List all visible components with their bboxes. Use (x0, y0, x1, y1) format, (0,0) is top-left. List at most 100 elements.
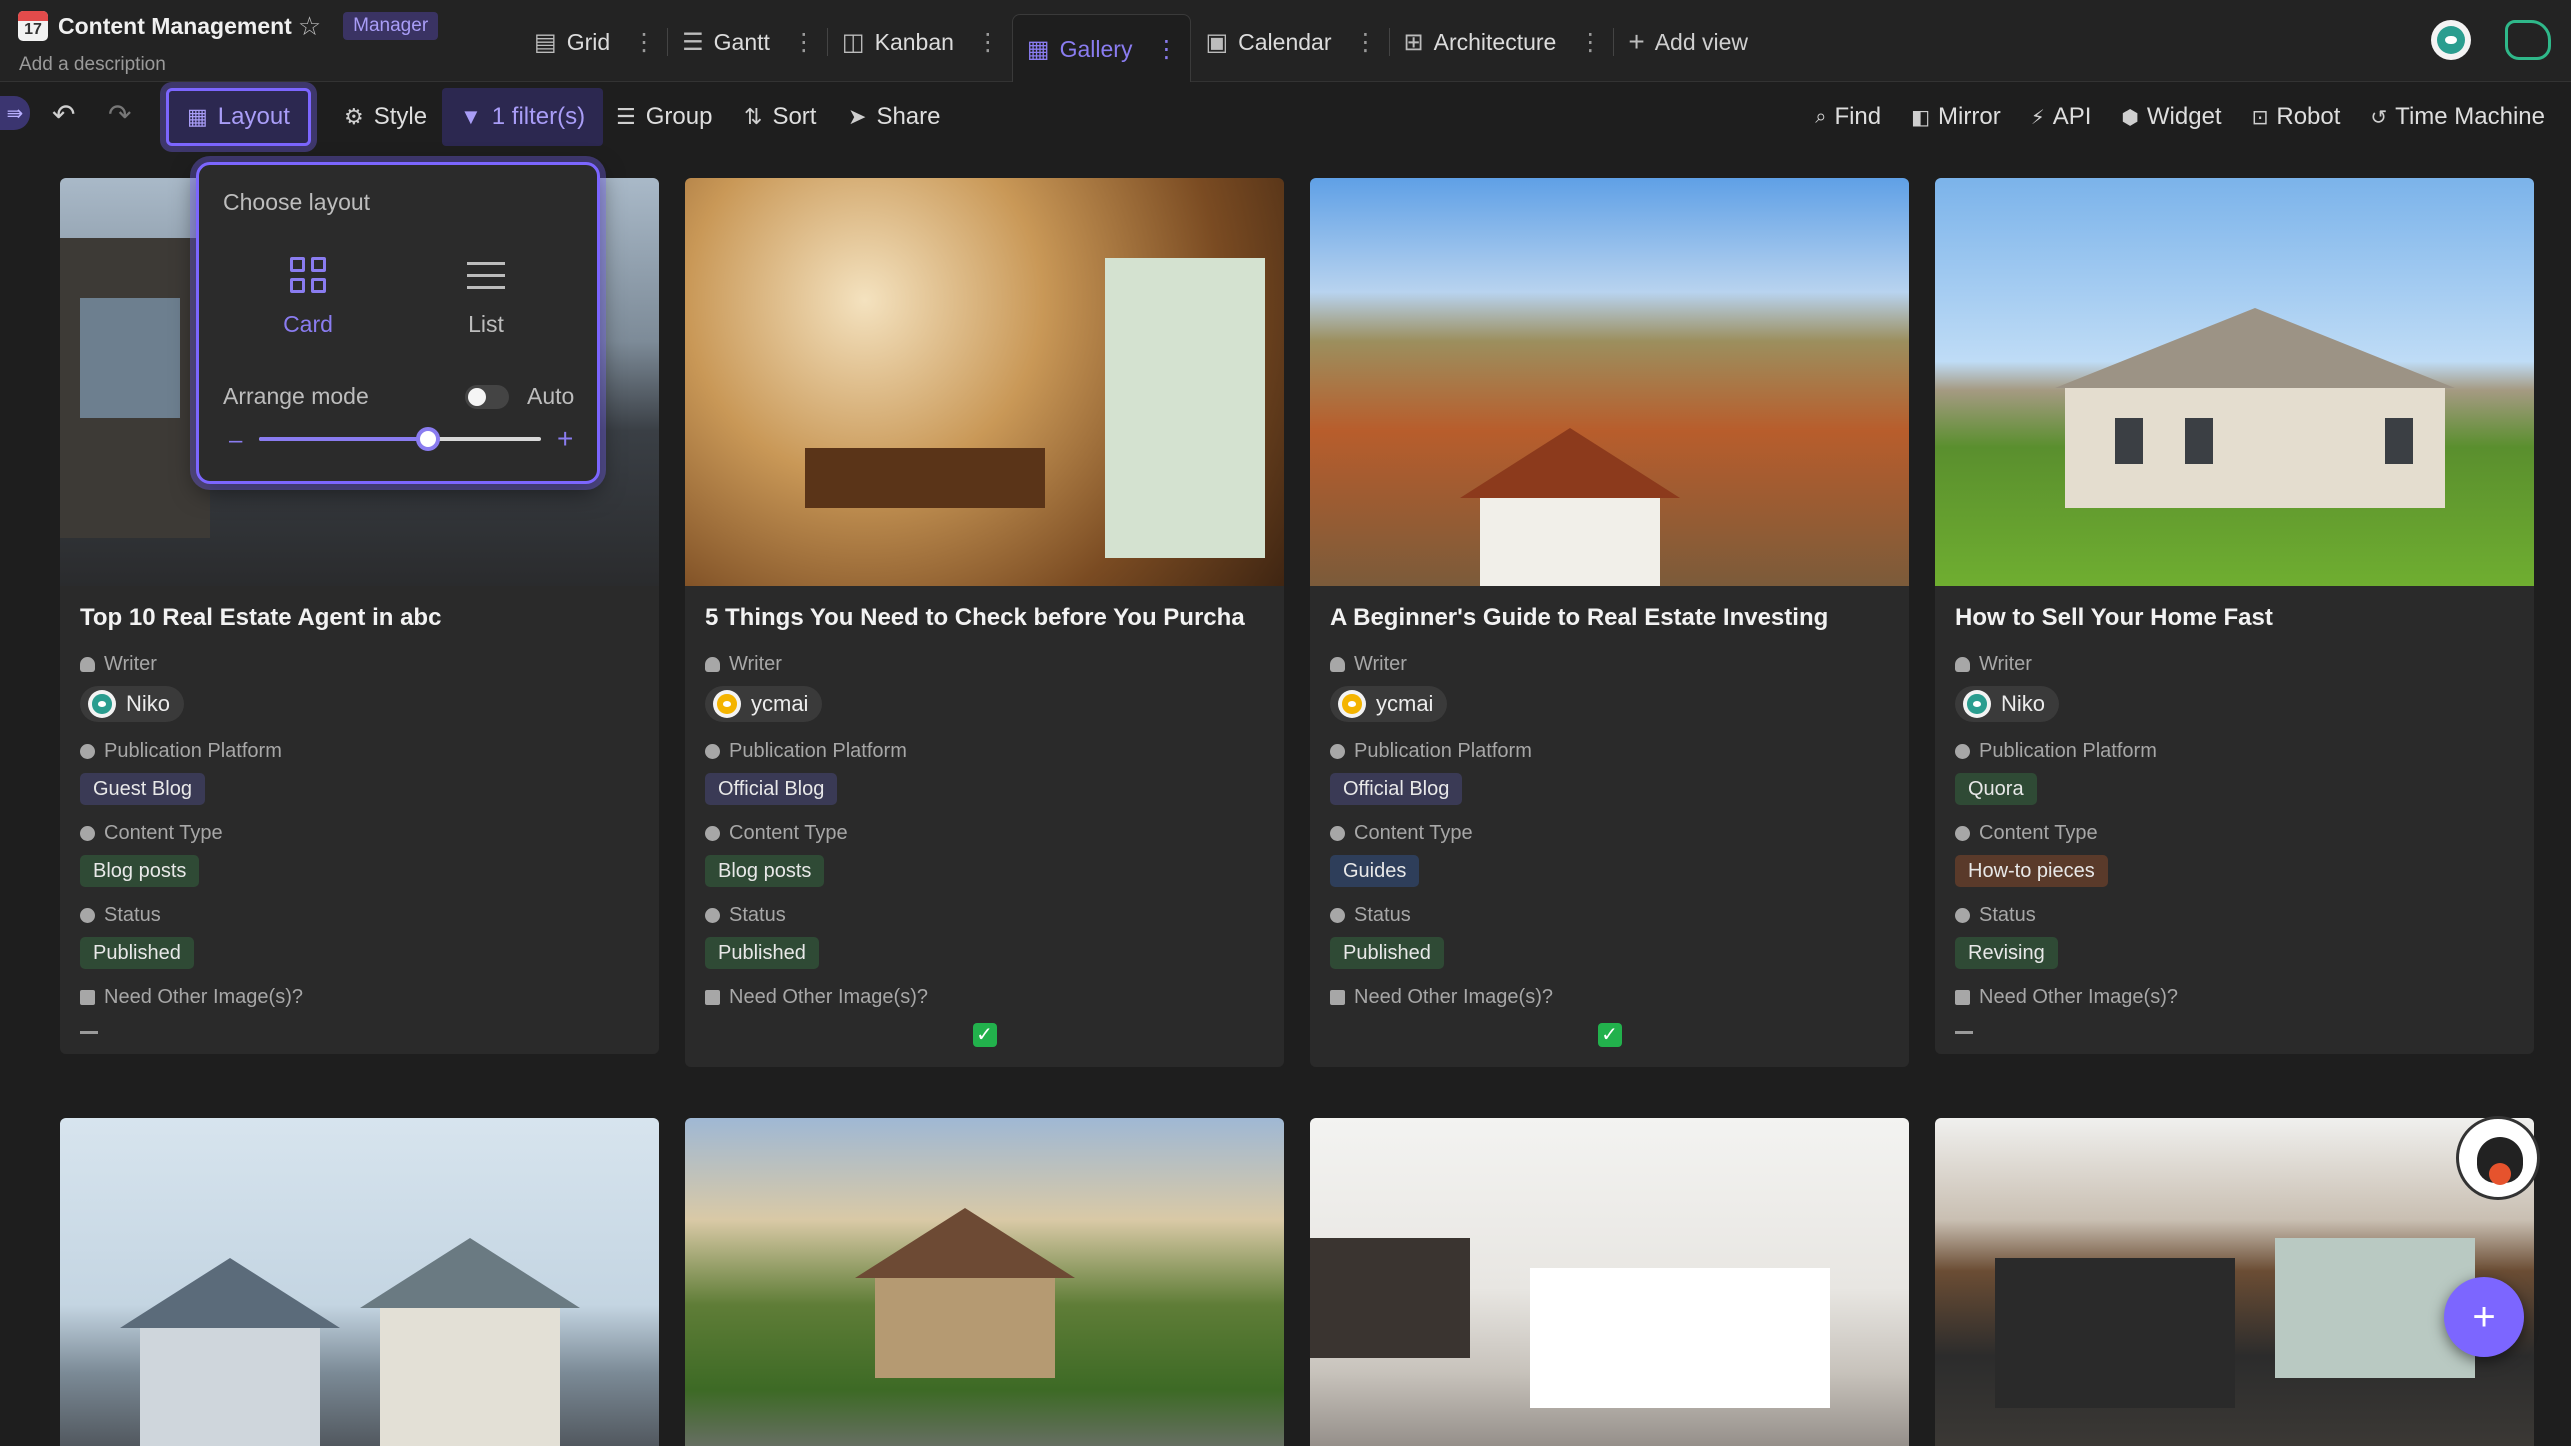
field-label-status: Status (1955, 903, 2514, 927)
cloud-icon[interactable] (2505, 20, 2551, 60)
writer-chip[interactable]: ycmai (1330, 686, 1448, 722)
field-label-images: Need Other Image(s)? (705, 985, 1264, 1009)
auto-arrange-toggle[interactable] (465, 385, 509, 409)
sort-button[interactable]: ⇅ Sort (726, 88, 834, 146)
card-cover-image (685, 1118, 1284, 1446)
field-label-platform: Publication Platform (1955, 739, 2514, 763)
search-icon: ⌕ (1815, 105, 1827, 128)
field-label-writer: Writer (1955, 652, 2514, 676)
gallery-card[interactable]: 5 Things You Need to Check before You Pu… (685, 178, 1284, 1067)
api-button[interactable]: ⚡ API (2031, 103, 2092, 131)
person-icon (1955, 656, 1970, 672)
card-size-slider[interactable] (259, 427, 541, 451)
list-layout-icon (467, 253, 505, 298)
layout-button[interactable]: ▦ Layout (166, 88, 311, 146)
robot-button[interactable]: ⊡ Robot (2252, 103, 2341, 131)
status-tag: Revising (1955, 937, 2058, 969)
writer-chip[interactable]: ycmai (705, 686, 823, 722)
toolbar-right: ⌕ Find ◧ Mirror ⚡ API ⬢ Widget ⊡ Robot ↺ Time … (1815, 88, 2545, 146)
gantt-icon: ☰ (682, 28, 704, 56)
filter-button[interactable]: ▼ 1 filter(s) (442, 88, 604, 146)
checkbox-icon (1955, 989, 1970, 1005)
gallery-icon: ▦ (1026, 35, 1050, 63)
writer-chip[interactable]: Niko (80, 686, 185, 722)
filter-icon: ▼ (460, 104, 482, 129)
mirror-button[interactable]: ◧ Mirror (1911, 103, 2001, 131)
sidebar-toggle-icon[interactable]: ⇛ (0, 96, 30, 130)
field-label-type: Content Type (1330, 821, 1889, 845)
add-record-button[interactable]: + (2444, 1277, 2524, 1357)
gear-icon: ⚙ (344, 104, 364, 129)
more-icon[interactable]: ⋮ (792, 28, 816, 57)
tab-calendar[interactable]: ▣ Calendar ⋮ (1191, 14, 1390, 70)
more-icon[interactable]: ⋮ (1578, 28, 1602, 57)
star-icon[interactable]: ☆ (298, 11, 321, 42)
person-icon (80, 656, 95, 672)
more-icon[interactable]: ⋮ (1154, 35, 1178, 64)
empty-checkbox (1955, 1031, 1973, 1034)
writer-chip[interactable]: Niko (1955, 686, 2060, 722)
time-machine-button[interactable]: ↺ Time Machine (2370, 103, 2545, 131)
gallery-card[interactable] (1310, 1118, 1909, 1446)
card-title: A Beginner's Guide to Real Estate Invest… (1330, 604, 1829, 631)
select-icon (80, 907, 95, 923)
plus-icon[interactable]: + (557, 423, 573, 455)
field-label-images: Need Other Image(s)? (80, 985, 639, 1009)
slider-handle[interactable] (416, 427, 441, 451)
card-cover-image (1935, 178, 2534, 586)
card-title: 5 Things You Need to Check before You Pu… (705, 604, 1245, 631)
share-button[interactable]: ➤ Share (830, 88, 958, 146)
gallery-card[interactable]: A Beginner's Guide to Real Estate Invest… (1310, 178, 1909, 1067)
minus-icon[interactable]: – (229, 427, 242, 455)
add-view-button[interactable]: + Add view (1614, 14, 1762, 70)
widget-button[interactable]: ⬢ Widget (2121, 103, 2221, 131)
card-layout-icon (290, 257, 326, 293)
type-tag: Guides (1330, 855, 1420, 887)
card-cover-image (60, 1118, 659, 1446)
calendar-app-icon: 17 (18, 11, 48, 41)
checked-icon: ✓ (1597, 1023, 1622, 1047)
field-label-status: Status (1330, 903, 1889, 927)
style-button[interactable]: ⚙ Style (326, 88, 445, 146)
tab-grid[interactable]: ▤ Grid ⋮ (520, 14, 669, 70)
more-icon[interactable]: ⋮ (976, 28, 1000, 57)
field-label-status: Status (705, 903, 1264, 927)
gallery-card[interactable] (60, 1118, 659, 1446)
platform-tag: Official Blog (1330, 773, 1463, 805)
plus-icon: + (1628, 26, 1645, 57)
status-tag: Published (705, 937, 819, 969)
select-icon (1955, 907, 1970, 923)
layout-option-list[interactable]: List (431, 251, 541, 338)
select-icon (1955, 743, 1970, 759)
share-icon: ➤ (848, 104, 867, 129)
gallery-card[interactable] (685, 1118, 1284, 1446)
redo-icon[interactable]: ↷ (108, 98, 131, 131)
tab-gantt[interactable]: ☰ Gantt ⋮ (668, 14, 828, 70)
field-label-writer: Writer (705, 652, 1264, 676)
checked-icon: ✓ (972, 1023, 997, 1047)
top-bar: 17 Content Management ☆ Manager Add a de… (0, 0, 2571, 83)
tab-gallery[interactable]: ▦ Gallery ⋮ (1011, 14, 1192, 83)
more-icon[interactable]: ⋮ (1354, 28, 1378, 57)
field-label-type: Content Type (705, 821, 1264, 845)
field-label-platform: Publication Platform (1330, 739, 1889, 763)
view-tabs: ▤ Grid ⋮ ☰ Gantt ⋮ ◫ Kanban ⋮ ▦ Gallery … (520, 14, 1762, 83)
group-button[interactable]: ☰ Group (598, 88, 730, 146)
user-avatar[interactable] (2431, 20, 2471, 60)
card-cover-image (1310, 1118, 1909, 1446)
select-icon (705, 743, 720, 759)
description-field[interactable]: Add a description (19, 54, 438, 76)
undo-icon[interactable]: ↶ (52, 98, 75, 131)
page-title[interactable]: Content Management (58, 13, 292, 40)
field-label-type: Content Type (80, 821, 639, 845)
layout-option-card[interactable]: Card (253, 251, 363, 338)
assistant-bot-avatar[interactable] (2456, 1116, 2540, 1200)
more-icon[interactable]: ⋮ (632, 28, 656, 57)
tab-kanban[interactable]: ◫ Kanban ⋮ (828, 14, 1012, 70)
tab-architecture[interactable]: ⊞ Architecture ⋮ (1390, 14, 1615, 70)
find-button[interactable]: ⌕ Find (1815, 103, 1881, 131)
gallery-card[interactable]: How to Sell Your Home Fast Writer Niko P… (1935, 178, 2534, 1054)
gallery-card[interactable] (1935, 1118, 2534, 1446)
card-title: Top 10 Real Estate Agent in abc (80, 604, 442, 631)
person-icon (1330, 656, 1345, 672)
